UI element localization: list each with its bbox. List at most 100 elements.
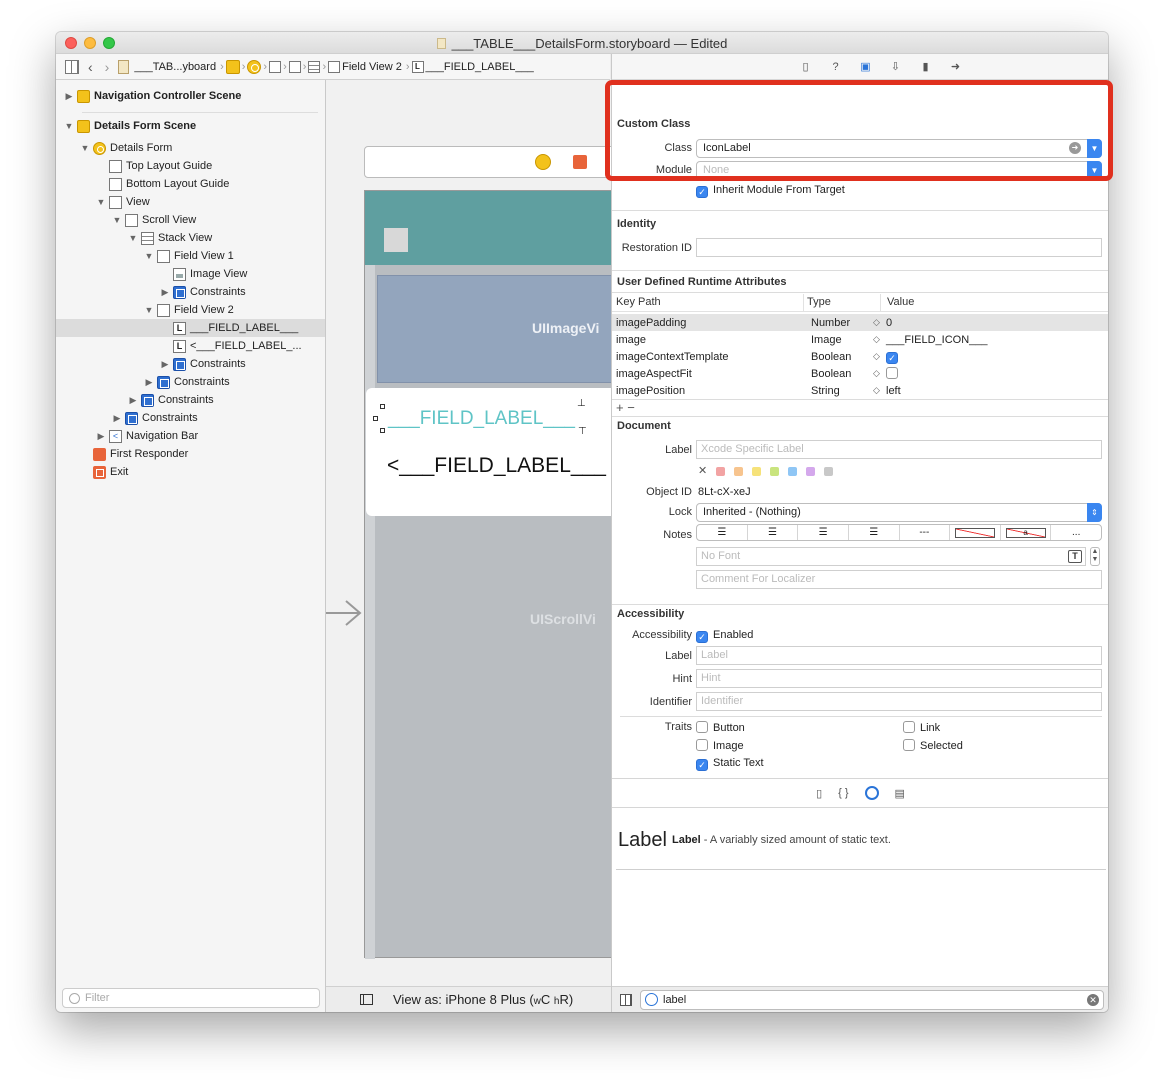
align-right-icon[interactable]: ☰ [798,525,849,540]
clear-search-icon[interactable]: ✕ [1087,993,1099,1006]
type-stepper-icon[interactable]: ◇ [873,334,880,345]
quick-help-icon[interactable]: ? [827,59,845,75]
align-justify-icon[interactable]: ☰ [849,525,900,540]
restoration-id-input[interactable] [696,238,1102,257]
disclosure-triangle-icon[interactable]: ▼ [80,143,90,153]
tree-item-constraints[interactable]: ▶ Constraints [112,409,198,427]
tree-item-constraints[interactable]: ▶ Constraints [144,373,230,391]
tree-item-image-view[interactable]: Image View [160,265,247,283]
view-as-device-button[interactable]: View as: iPhone 8 Plus (wC hR) [393,992,573,1007]
no-color-icon[interactable] [950,525,1001,540]
disclosure-triangle-icon[interactable]: ▶ [128,395,138,406]
color-swatch-green[interactable] [770,466,780,476]
image-view-preview[interactable]: UIImageVi [377,275,627,383]
checkmark-icon[interactable]: ✓ [696,186,708,198]
more-options-button[interactable]: ... [1051,525,1101,540]
scroll-view-icon[interactable] [288,60,301,73]
tree-item-stack-view[interactable]: ▼ Stack View [128,229,212,247]
color-swatch-yellow[interactable] [752,466,762,476]
resize-handle[interactable] [373,416,378,421]
first-responder-cube-icon[interactable] [573,155,587,169]
navigation-bar-preview[interactable] [365,191,625,265]
disclosure-triangle-icon[interactable]: ▼ [112,215,122,225]
accessibility-hint-input[interactable]: Hint [696,669,1102,688]
size-inspector-icon[interactable]: ▮ [917,59,935,75]
view-controller-icon[interactable] [247,59,262,74]
color-swatch-orange[interactable] [734,466,744,476]
attribute-row-image-padding[interactable]: imagePadding Number ◇ 0 [612,314,1108,331]
checkbox-icon[interactable] [696,739,708,751]
accessibility-label-input[interactable]: Label [696,646,1102,665]
view-controller-icon[interactable] [535,154,551,170]
tree-item-field-label-selected[interactable]: L ___FIELD_LABEL___ [56,319,325,337]
disclosure-triangle-icon[interactable]: ▼ [144,305,154,315]
trait-button-checkbox[interactable]: Button [696,721,745,734]
tree-item-top-layout-guide[interactable]: Top Layout Guide [96,157,212,175]
identity-inspector-icon[interactable]: ▣ [857,59,875,75]
resize-handle[interactable] [380,428,385,433]
attributes-inspector-icon[interactable]: ⇩ [887,59,905,75]
label-icon[interactable]: L [411,60,424,73]
color-swatch-gray[interactable] [824,466,834,476]
tree-item-details-form[interactable]: ▼ Details Form [80,139,172,157]
object-library-icon[interactable] [864,786,879,800]
disclosure-triangle-icon[interactable]: ▶ [64,91,74,102]
type-stepper-icon[interactable]: ◇ [873,317,880,328]
tree-item-constraints[interactable]: ▶ Constraints [160,355,246,373]
add-remove-attribute-buttons[interactable]: + − [616,400,635,415]
notes-font-field[interactable]: No Font T [696,547,1086,566]
font-size-stepper[interactable]: ▲ ▼ [1090,547,1100,566]
file-template-library-icon[interactable]: ▯ [816,787,822,800]
jumpbar-field-label[interactable]: ___FIELD_LABEL___ [426,61,534,73]
field-view-icon[interactable] [328,60,341,73]
trait-static-text-checkbox[interactable]: ✓ Static Text [696,757,764,771]
inherit-module-checkbox[interactable]: ✓ Inherit Module From Target [696,184,845,198]
checkmark-icon[interactable]: ✓ [696,759,708,771]
code-snippet-library-icon[interactable]: { } [838,787,848,799]
stack-view-icon[interactable] [308,60,321,73]
disclosure-triangle-icon[interactable]: ▼ [144,251,154,261]
checkbox-icon[interactable] [903,739,915,751]
disclosure-triangle-icon[interactable]: ▶ [160,359,170,370]
nav-bar-button-placeholder[interactable] [384,228,408,252]
text-color-icon[interactable]: a [1001,525,1052,540]
disclosure-triangle-icon[interactable]: ▶ [112,413,122,424]
toggle-outline-icon[interactable] [360,994,373,1005]
trait-link-checkbox[interactable]: Link [903,721,940,734]
attribute-row-image-position[interactable]: imagePosition String ◇ left [612,382,1108,399]
checkbox-icon[interactable] [696,721,708,733]
storyboard-canvas[interactable]: UIImageVi ⊥ ⊤ ___FIELD_LABEL___ <___FIEL… [326,80,627,1012]
checkmark-icon[interactable]: ✓ [696,631,708,643]
align-left-icon[interactable]: ☰ [697,525,748,540]
tree-item-bottom-layout-guide[interactable]: Bottom Layout Guide [96,175,229,193]
disclosure-triangle-icon[interactable]: ▶ [96,431,106,442]
attribute-row-image[interactable]: image Image ◇ ___FIELD_ICON___ [612,331,1108,348]
media-library-icon[interactable]: ▤ [895,787,905,800]
jumpbar-field-view[interactable]: Field View 2 [342,61,402,73]
trait-image-checkbox[interactable]: Image [696,739,744,752]
font-picker-icon[interactable]: T [1068,550,1082,563]
forward-chevron-icon[interactable]: › [105,59,110,75]
tree-item-field-view-2[interactable]: ▼ Field View 2 [144,301,234,319]
boolean-checkbox[interactable]: ✓ [886,350,903,364]
view-icon[interactable] [269,60,282,73]
align-center-icon[interactable]: ☰ [748,525,799,540]
disclosure-triangle-icon[interactable]: ▶ [160,287,170,298]
tree-item-first-responder[interactable]: First Responder [80,445,188,463]
back-chevron-icon[interactable]: ‹ [88,59,93,75]
disclosure-triangle-icon[interactable]: ▼ [64,121,74,131]
checkmark-icon[interactable]: ✓ [886,351,898,364]
tree-item-exit[interactable]: Exit [80,463,128,481]
tree-item-view[interactable]: ▼ View [96,193,150,211]
outline-filter-input[interactable]: Filter [62,988,320,1008]
library-item-label[interactable]: Label Label - A variably sized amount of… [612,808,1108,870]
scene-icon[interactable] [225,59,240,74]
tree-item-field-label-2[interactable]: L <___FIELD_LABEL_... [160,337,302,355]
accessibility-identifier-input[interactable]: Identifier [696,692,1102,711]
field-view-2-preview[interactable]: ⊥ ⊤ ___FIELD_LABEL___ <___FIELD_LABEL___ [366,388,624,516]
selected-field-label[interactable]: ___FIELD_LABEL___ [388,408,575,430]
checkbox-icon[interactable] [886,367,898,379]
clear-color-icon[interactable]: ✕ [698,465,707,477]
type-stepper-icon[interactable]: ◇ [873,368,880,379]
type-stepper-icon[interactable]: ◇ [873,351,880,362]
